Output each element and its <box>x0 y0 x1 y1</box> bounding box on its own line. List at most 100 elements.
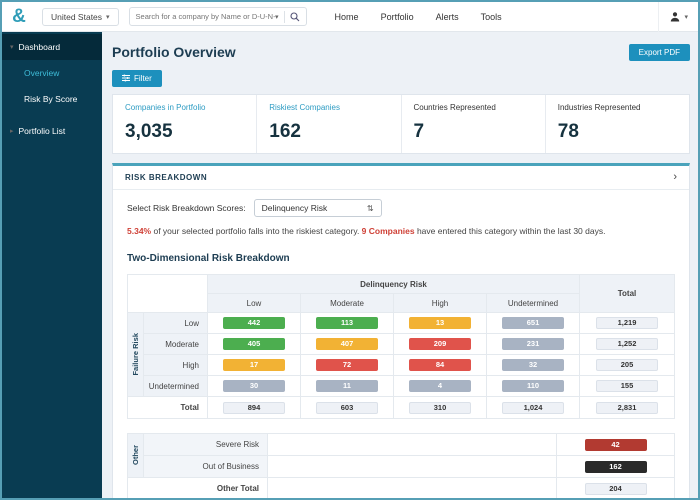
stat-riskiest-companies: Riskiest Companies 162 <box>257 95 401 153</box>
nav-tools[interactable]: Tools <box>481 12 502 22</box>
main-content: Portfolio Overview Export PDF Filter Com… <box>102 32 698 498</box>
col-header-undetermined: Undetermined <box>487 294 580 313</box>
matrix-row-high: High 17 72 84 32 205 <box>128 355 675 376</box>
matrix-cell-pill[interactable]: 113 <box>316 317 378 329</box>
row-group-label: Other <box>128 434 144 478</box>
sidebar-item-label: Portfolio List <box>19 126 66 136</box>
nav-portfolio[interactable]: Portfolio <box>381 12 414 22</box>
stat-companies-in-portfolio: Companies in Portfolio 3,035 <box>113 95 257 153</box>
stat-value: 162 <box>269 121 388 143</box>
other-total-label: Other Total <box>128 478 268 499</box>
chevron-right-icon[interactable]: › <box>673 172 677 183</box>
empty-cell <box>268 478 557 499</box>
matrix-cell-pill[interactable]: 11 <box>316 380 378 392</box>
filter-button-label: Filter <box>134 74 152 83</box>
matrix-cell-pill[interactable]: 13 <box>409 317 471 329</box>
out-of-business-pill[interactable]: 162 <box>585 461 647 473</box>
matrix-cell-pill[interactable]: 209 <box>409 338 471 350</box>
chevron-down-icon[interactable]: ▾ <box>275 13 279 21</box>
row-total: 205 <box>596 359 658 371</box>
chevron-down-icon: ▾ <box>684 13 688 21</box>
risk-matrix-table: Delinquency Risk Total Low Moderate High… <box>127 274 675 419</box>
matrix-cell-pill[interactable]: 407 <box>316 338 378 350</box>
nav-alerts[interactable]: Alerts <box>436 12 459 22</box>
matrix-cell-pill[interactable]: 84 <box>409 359 471 371</box>
country-selector[interactable]: United States ▾ <box>42 8 119 26</box>
sidebar-item-overview[interactable]: Overview <box>2 60 102 86</box>
other-row-severe-risk: Other Severe Risk 42 <box>128 434 675 456</box>
matrix-cell-pill[interactable]: 405 <box>223 338 285 350</box>
other-total-row: Other Total 204 <box>128 478 675 499</box>
row-label: Low <box>144 313 208 334</box>
matrix-title: Two-Dimensional Risk Breakdown <box>127 253 675 264</box>
column-group-header: Delinquency Risk <box>208 275 580 294</box>
col-header-low: Low <box>208 294 301 313</box>
row-total: 1,219 <box>596 317 658 329</box>
col-header-moderate: Moderate <box>301 294 394 313</box>
stat-industries-represented: Industries Represented 78 <box>546 95 689 153</box>
column-total: 603 <box>316 402 378 414</box>
divider <box>284 11 285 23</box>
primary-nav: Home Portfolio Alerts Tools <box>335 12 502 22</box>
up-down-stepper-icon: ⇅ <box>367 204 374 213</box>
matrix-row-undetermined: Undetermined 30 11 4 110 155 <box>128 376 675 397</box>
matrix-cell-pill[interactable]: 30 <box>223 380 285 392</box>
risk-score-select-value: Delinquency Risk <box>262 203 328 213</box>
matrix-cell-pill[interactable]: 442 <box>223 317 285 329</box>
user-menu[interactable]: ▾ <box>658 2 698 32</box>
stat-countries-represented: Countries Represented 7 <box>402 95 546 153</box>
row-label: Undetermined <box>144 376 208 397</box>
new-companies-count: 9 Companies <box>362 226 415 236</box>
stat-value: 7 <box>414 121 533 143</box>
other-risk-table: Other Severe Risk 42 Out of Business 162… <box>127 433 675 498</box>
search-input[interactable] <box>136 12 275 21</box>
filter-sliders-icon <box>122 74 130 82</box>
matrix-row-moderate: Moderate 405 407 209 231 1,252 <box>128 334 675 355</box>
risk-score-select[interactable]: Delinquency Risk ⇅ <box>254 199 382 217</box>
stat-label-link[interactable]: Companies in Portfolio <box>125 103 244 112</box>
grand-total: 2,831 <box>596 402 658 414</box>
country-selector-label: United States <box>51 12 102 22</box>
severe-risk-pill[interactable]: 42 <box>585 439 647 451</box>
matrix-cell-pill[interactable]: 651 <box>502 317 564 329</box>
stat-label-link[interactable]: Riskiest Companies <box>269 103 388 112</box>
column-total: 1,024 <box>502 402 564 414</box>
sidebar-item-risk-by-score[interactable]: Risk By Score <box>2 86 102 112</box>
matrix-cell-pill[interactable]: 32 <box>502 359 564 371</box>
risk-breakdown-card: RISK BREAKDOWN › Select Risk Breakdown S… <box>112 163 690 498</box>
stat-label: Industries Represented <box>558 103 677 112</box>
row-total: 1,252 <box>596 338 658 350</box>
dnb-ampersand-logo[interactable]: & <box>2 2 36 32</box>
stat-label: Countries Represented <box>414 103 533 112</box>
user-icon <box>669 11 681 23</box>
matrix-cell-pill[interactable]: 72 <box>316 359 378 371</box>
export-pdf-button[interactable]: Export PDF <box>629 44 690 61</box>
sidebar-item-label: Dashboard <box>19 42 61 52</box>
empty-cell <box>268 456 557 478</box>
empty-cell <box>268 434 557 456</box>
sidebar-item-dashboard[interactable]: ▾ Dashboard <box>2 34 102 60</box>
matrix-cell-pill[interactable]: 231 <box>502 338 564 350</box>
matrix-cell-pill[interactable]: 110 <box>502 380 564 392</box>
risk-summary-text: 5.34% of your selected portfolio falls i… <box>127 226 675 236</box>
matrix-row-low: Failure Risk Low 442 113 13 651 1,219 <box>128 313 675 334</box>
page-title: Portfolio Overview <box>112 44 236 60</box>
nav-home[interactable]: Home <box>335 12 359 22</box>
matrix-cell-pill[interactable]: 17 <box>223 359 285 371</box>
row-total: 155 <box>596 380 658 392</box>
stat-value: 3,035 <box>125 121 244 143</box>
sidebar: ▾ Dashboard Overview Risk By Score ▸ Por… <box>2 32 102 498</box>
row-label: High <box>144 355 208 376</box>
matrix-totals-row: Total 894 603 310 1,024 2,831 <box>128 397 675 419</box>
filter-button[interactable]: Filter <box>112 70 162 87</box>
row-label: Severe Risk <box>144 434 268 456</box>
matrix-corner-cell <box>128 275 208 313</box>
total-column-header: Total <box>580 275 675 313</box>
top-navbar: & United States ▾ ▾ Home Portfolio Alert… <box>2 2 698 32</box>
sidebar-item-portfolio-list[interactable]: ▸ Portfolio List <box>2 118 102 144</box>
risk-breakdown-header[interactable]: RISK BREAKDOWN › <box>113 166 689 190</box>
company-search: ▾ <box>129 7 307 26</box>
matrix-cell-pill[interactable]: 4 <box>409 380 471 392</box>
search-icon[interactable] <box>290 12 300 22</box>
totals-row-label: Total <box>128 397 208 419</box>
